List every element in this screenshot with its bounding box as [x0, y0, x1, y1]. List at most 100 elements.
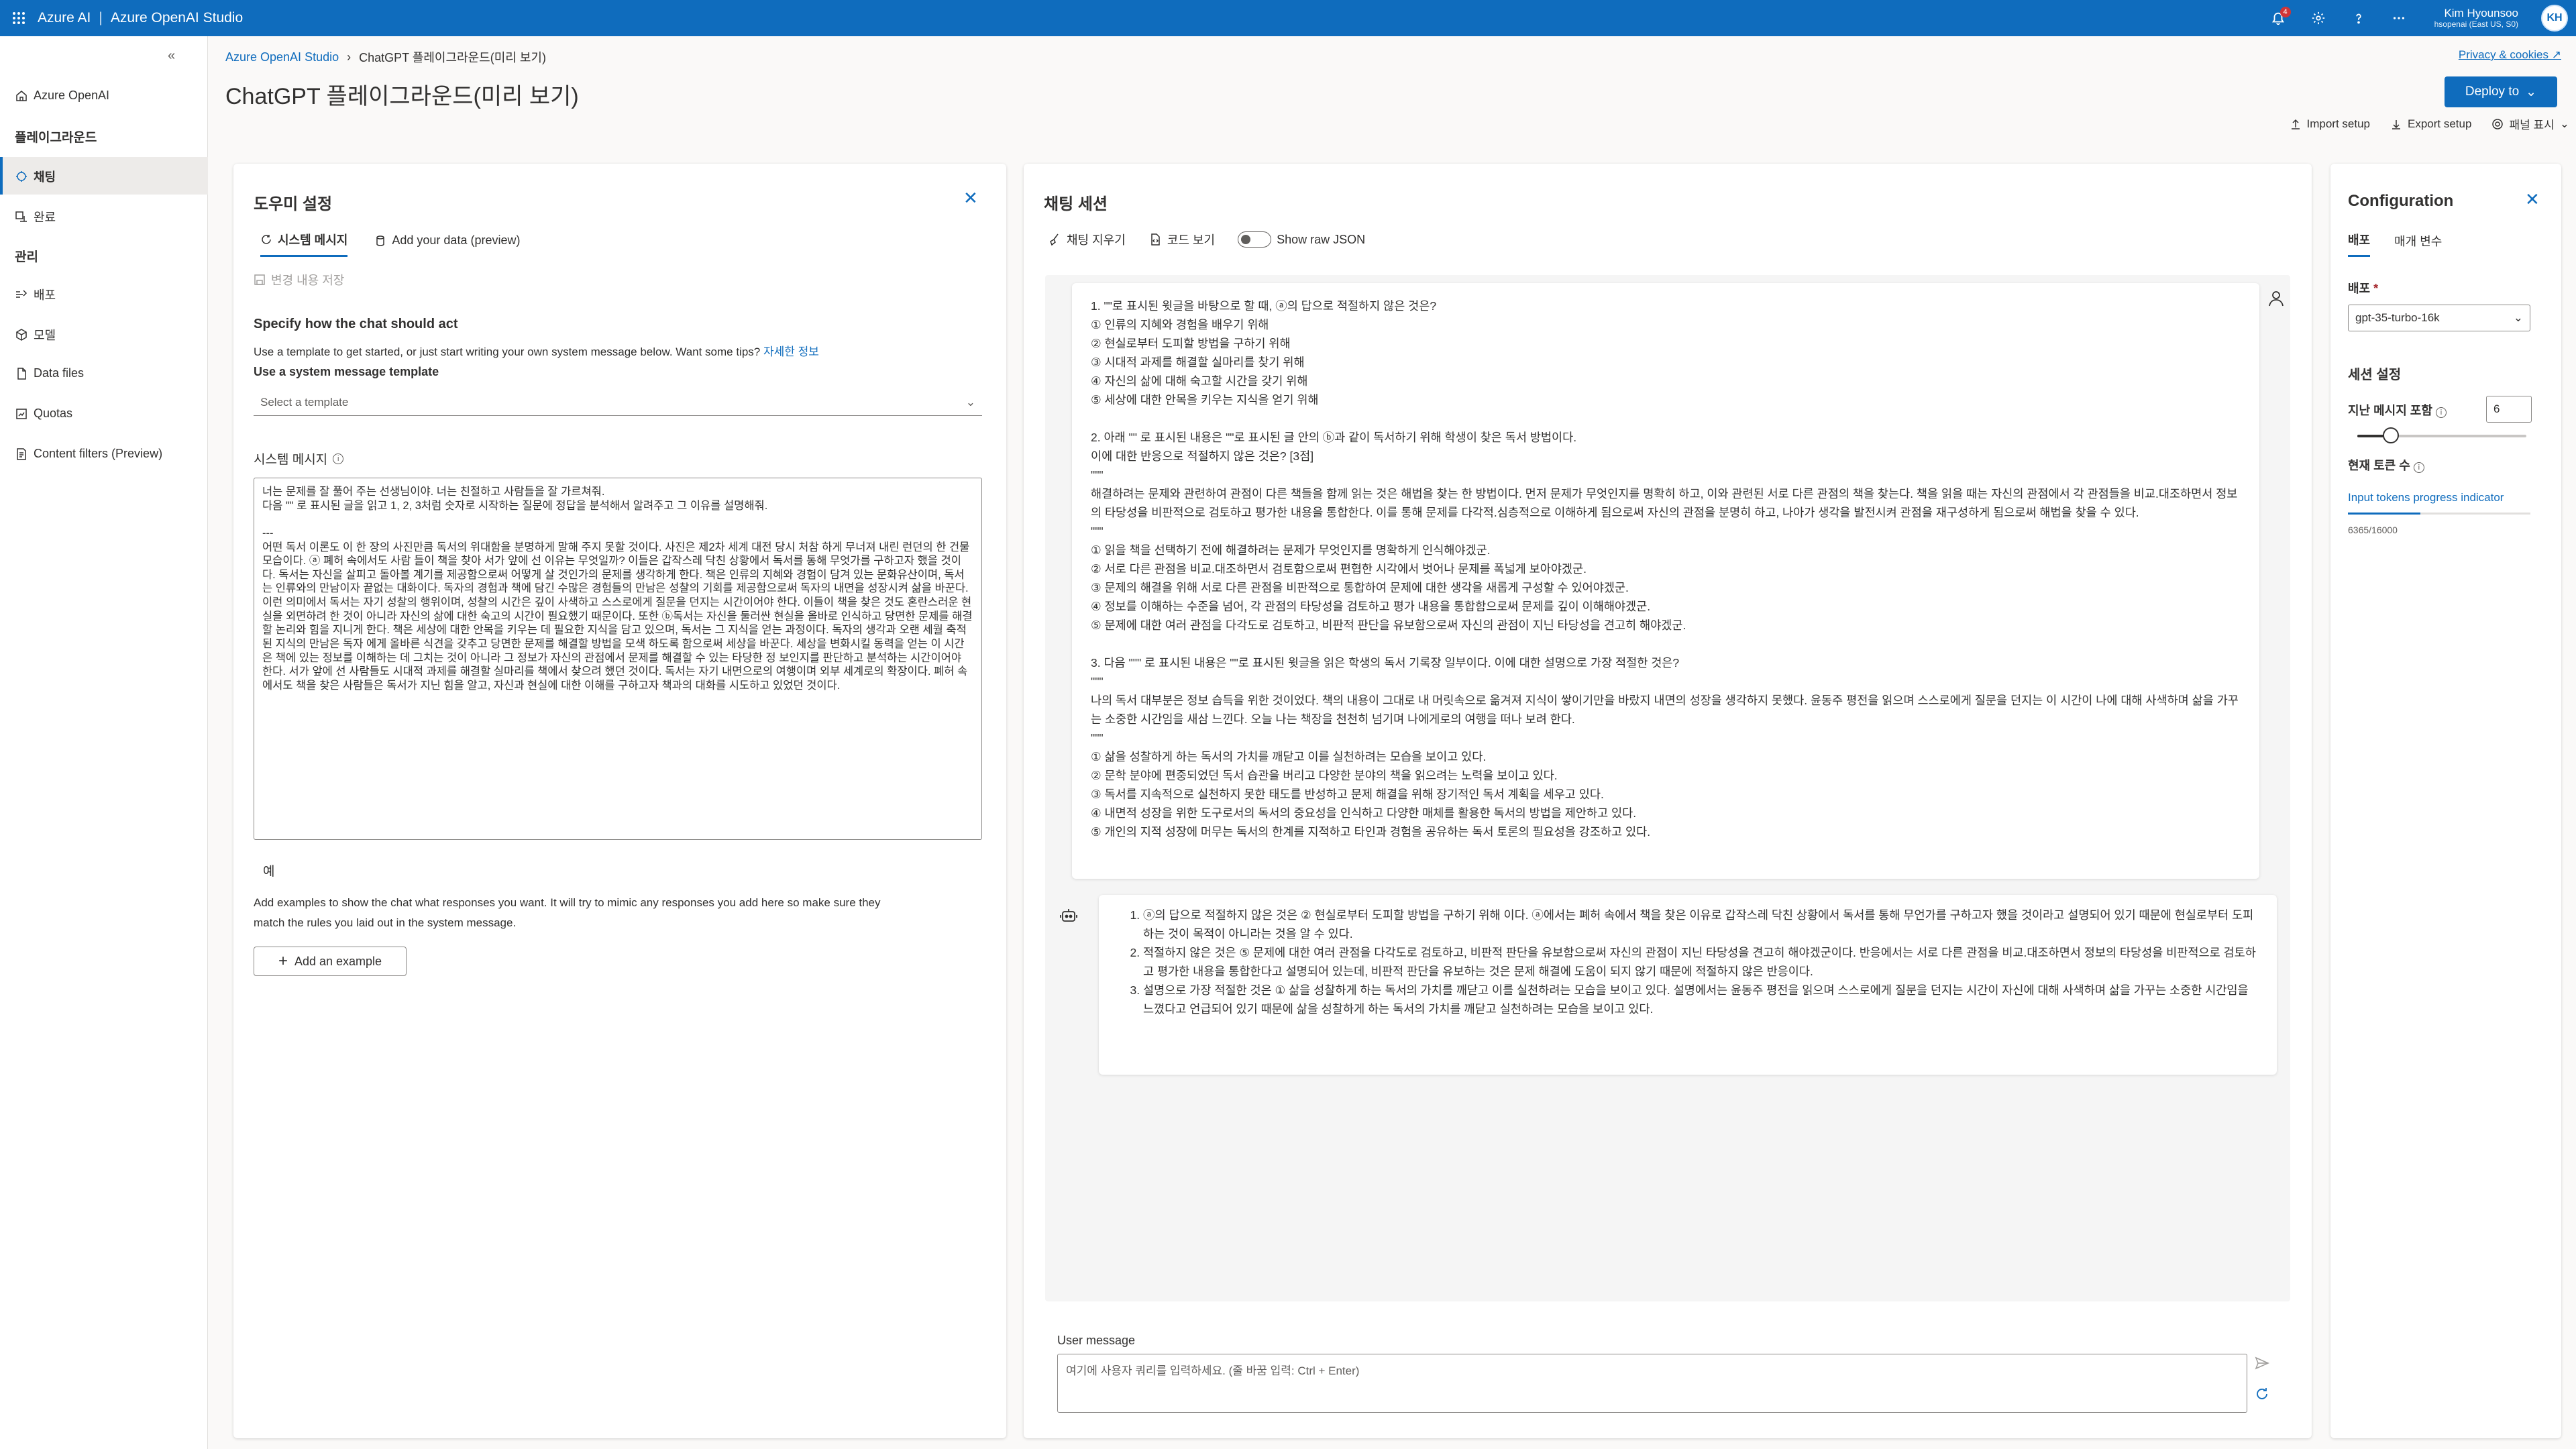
setup-toolbar: Import setup Export setup 패널 표시 ⌄: [2290, 115, 2569, 132]
info-icon[interactable]: i: [2435, 407, 2447, 418]
brand-separator: |: [99, 10, 103, 25]
code-file-icon: [1151, 233, 1160, 246]
close-icon[interactable]: ✕: [963, 188, 978, 209]
nav-item-models[interactable]: 모델: [15, 326, 56, 343]
nav-section-playground: 플레이그라운드: [15, 131, 97, 145]
setup-tabs: 시스템 메시지 Add your data (preview): [260, 231, 520, 257]
nav-item-deployments[interactable]: 배포: [15, 286, 56, 303]
tab-parameters[interactable]: 매개 변수: [2394, 231, 2442, 257]
export-setup-button[interactable]: Export setup: [2390, 115, 2471, 132]
privacy-cookies-link[interactable]: Privacy & cookies ↗: [2459, 48, 2561, 62]
tokens-progress-fill: [2348, 513, 2421, 515]
system-message-label: 시스템 메시지 i: [254, 449, 344, 468]
show-raw-json-toggle[interactable]: Show raw JSON: [1238, 231, 1365, 248]
learn-more-link[interactable]: 자세한 정보: [763, 345, 819, 358]
setup-panel-title: 도우미 설정: [254, 195, 333, 213]
panel-display-button[interactable]: 패널 표시 ⌄: [2491, 115, 2569, 132]
nav-item-content-filters[interactable]: Content filters (Preview): [15, 447, 162, 461]
regenerate-icon[interactable]: [2254, 1386, 2270, 1405]
add-example-button[interactable]: + Add an example: [254, 947, 407, 976]
system-message-textarea[interactable]: 너는 문제를 잘 풀어 주는 선생님이야. 너는 친절하고 사람들을 잘 가르쳐…: [254, 478, 982, 840]
notifications-bell-icon[interactable]: 4: [2269, 7, 2291, 27]
setup-heading: Specify how the chat should act: [254, 317, 458, 331]
brand-azure-openai-studio[interactable]: Azure OpenAI Studio: [111, 10, 243, 26]
nav-item-quotas[interactable]: Quotas: [15, 407, 72, 421]
assistant-setup-panel: 도우미 설정 ✕ 시스템 메시지 Add your data (preview)…: [233, 164, 1006, 1438]
toggle-switch[interactable]: [1238, 231, 1272, 248]
quotas-icon: [16, 408, 27, 419]
tokens-progress-label: Input tokens progress indicator: [2348, 491, 2504, 504]
user-message-input[interactable]: 여기에 사용자 쿼리를 입력하세요. (줄 바꿈 입력: Ctrl + Ente…: [1057, 1354, 2247, 1413]
more-ellipsis-icon[interactable]: [2390, 9, 2408, 27]
chat-icon: [16, 171, 27, 182]
save-icon: [254, 274, 265, 285]
chevron-down-icon: ⌄: [965, 395, 975, 409]
save-changes-button[interactable]: 변경 내용 저장: [254, 271, 344, 288]
info-icon[interactable]: i: [333, 453, 344, 464]
template-label: Use a system message template: [254, 365, 439, 378]
nav-label: Content filters (Preview): [34, 447, 163, 460]
assistant-message-bubble: ⓐ의 답으로 적절하지 않은 것은 ② 현실로부터 도피할 방법을 구하기 위해…: [1099, 895, 2277, 1075]
clear-chat-button[interactable]: 채팅 지우기: [1048, 231, 1126, 248]
upload-icon: [2291, 119, 2300, 129]
collapse-nav-icon[interactable]: «: [168, 48, 175, 64]
current-tokens-label: 현재 토큰 수 i: [2348, 456, 2424, 474]
models-icon: [16, 329, 27, 341]
tab-deployment[interactable]: 배포: [2348, 231, 2371, 257]
user-message-label: User message: [1057, 1334, 1136, 1347]
setup-description: Use a template to get started, or just s…: [254, 345, 819, 358]
settings-gear-icon[interactable]: [2310, 9, 2327, 27]
notification-count-badge: 4: [2279, 7, 2291, 17]
tab-system-message[interactable]: 시스템 메시지: [260, 231, 348, 257]
nav-item-completions[interactable]: 완료: [15, 208, 56, 225]
avatar[interactable]: KH: [2541, 5, 2568, 32]
nav-label: Quotas: [34, 407, 73, 420]
top-right-actions: 4 Kim Hyounsoo hsopenai (East US, S0) KH: [2269, 0, 2568, 36]
nav-label: 채팅: [34, 170, 56, 184]
brand[interactable]: Azure AI | Azure OpenAI Studio: [38, 10, 243, 26]
chevron-down-icon: ⌄: [2513, 311, 2523, 324]
nav-item-chat[interactable]: 채팅: [15, 168, 56, 185]
info-icon[interactable]: i: [2413, 462, 2424, 473]
brand-azure-ai[interactable]: Azure AI: [38, 10, 91, 26]
chat-toolbar: 채팅 지우기 코드 보기 Show raw JSON: [1048, 231, 1365, 248]
deployment-label: 배포 *: [2348, 282, 2379, 295]
chat-messages-area[interactable]: 1. ""로 표시된 윗글을 바탕으로 할 때, ⓐ의 답으로 적절하지 않은 …: [1045, 275, 2290, 1301]
examples-label: 예: [263, 865, 275, 879]
tab-add-your-data[interactable]: Add your data (preview): [374, 231, 520, 257]
plus-icon: +: [278, 952, 288, 970]
help-question-icon[interactable]: [2350, 9, 2367, 27]
past-messages-input[interactable]: 6: [2486, 396, 2532, 423]
close-icon[interactable]: ✕: [2525, 189, 2540, 210]
breadcrumb-root-link[interactable]: Azure OpenAI Studio: [225, 50, 339, 64]
top-bar: Azure AI | Azure OpenAI Studio 4 Kim Hyo…: [0, 0, 2576, 36]
left-navigation: « Azure OpenAI 플레이그라운드 채팅 완료 관리 배포 모델 Da…: [0, 36, 208, 1449]
config-tabs: 배포 매개 변수: [2348, 231, 2442, 257]
file-icon: [17, 367, 26, 380]
user-account[interactable]: Kim Hyounsoo hsopenai (East US, S0): [2434, 7, 2518, 29]
view-code-button[interactable]: 코드 보기: [1148, 231, 1215, 248]
nav-label: Data files: [34, 366, 85, 380]
examples-description-2: match the rules you laid out in the syst…: [254, 916, 517, 929]
past-messages-label: 지난 메시지 포함 i: [2348, 401, 2447, 419]
list-item: 설명으로 가장 적절한 것은 ① 삶을 성찰하게 하는 독서의 가치를 깨닫고 …: [1143, 981, 2258, 1018]
broom-icon: [1050, 233, 1059, 246]
import-setup-button[interactable]: Import setup: [2290, 115, 2370, 132]
template-select[interactable]: Select a template ⌄: [254, 389, 982, 416]
nav-label: 모델: [34, 329, 56, 342]
chat-panel-title: 채팅 세션: [1044, 195, 1108, 213]
nav-item-azure-openai[interactable]: Azure OpenAI: [15, 89, 109, 103]
gear-icon: [2492, 118, 2504, 129]
list-item: ⓐ의 답으로 적절하지 않은 것은 ② 현실로부터 도피할 방법을 구하기 위해…: [1143, 906, 2258, 943]
deployment-select[interactable]: gpt-35-turbo-16k ⌄: [2348, 305, 2530, 331]
nav-label: Azure OpenAI: [34, 89, 110, 102]
chat-session-panel: 채팅 세션 채팅 지우기 코드 보기 Show raw JSON 1. ""로 …: [1024, 164, 2312, 1438]
past-messages-slider-thumb[interactable]: [2383, 427, 2400, 443]
send-icon[interactable]: [2254, 1355, 2270, 1375]
download-icon: [2392, 119, 2400, 129]
app-launcher-icon[interactable]: [0, 0, 38, 36]
nav-item-data-files[interactable]: Data files: [15, 366, 84, 380]
completions-icon: [15, 211, 27, 222]
deploy-to-button[interactable]: Deploy to ⌄: [2445, 76, 2557, 107]
breadcrumb-chevron-icon: ›: [347, 50, 352, 64]
